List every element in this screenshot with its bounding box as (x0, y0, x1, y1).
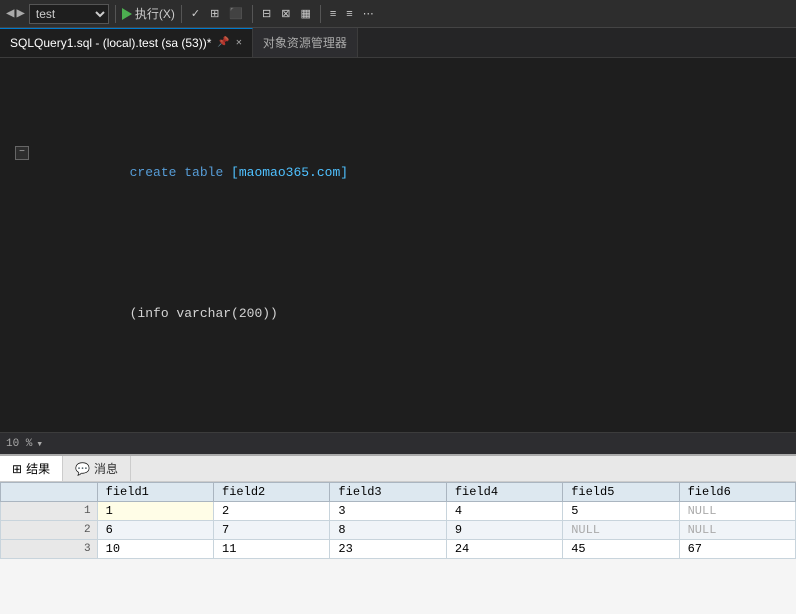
results-tab-label: 结果 (26, 460, 50, 477)
row-num-2: 3 (1, 540, 98, 559)
cell-r0-c2: 3 (330, 502, 446, 521)
zoom-label: 10 % (6, 438, 32, 450)
pin-icon[interactable]: 📌 (217, 37, 229, 49)
cell-r2-c0: 10 (97, 540, 213, 559)
sql-tab-close[interactable]: ✕ (236, 37, 242, 49)
object-explorer-tab[interactable]: 对象资源管理器 (253, 28, 358, 57)
sep2 (181, 5, 182, 23)
th-field1: field1 (97, 483, 213, 502)
forward-icon[interactable]: ▶ (16, 5, 24, 22)
line-body-1: create table [maomao365.com] (36, 143, 788, 203)
cell-r2-c1: 11 (214, 540, 330, 559)
toolbar-left-icons: ◀ ▶ (6, 5, 25, 22)
line-gutter-3 (8, 425, 36, 426)
cell-r1-c2: 8 (330, 521, 446, 540)
th-field5: field5 (563, 483, 679, 502)
run-button[interactable]: 执行(X) (122, 5, 175, 22)
table-row: 26789NULLNULL (1, 521, 796, 540)
results-table: field1 field2 field3 field4 field5 field… (0, 482, 796, 559)
check-button[interactable]: ✓ (188, 6, 203, 21)
cell-r0-c0: 1 (97, 502, 213, 521)
code-span-2: (info varchar(200)) (130, 306, 278, 321)
code-area: − create table [maomao365.com] (info var… (0, 62, 796, 432)
collapse-icon-1[interactable]: − (15, 146, 29, 160)
more-button[interactable]: ⋯ (360, 6, 377, 21)
sep4 (320, 5, 321, 23)
line-body-2: (info varchar(200)) (36, 284, 788, 344)
align-right-button[interactable]: ≡ (343, 7, 355, 21)
cell-r1-c3: 9 (446, 521, 562, 540)
tab-bar: SQLQuery1.sql - (local).test (sa (53))* … (0, 28, 796, 58)
table-icon-button[interactable]: ⊟ (259, 6, 274, 21)
stop-button[interactable]: ⬛ (226, 6, 246, 21)
table-name-1: [maomao365.com] (231, 165, 348, 180)
sql-tab-label: SQLQuery1.sql - (local).test (sa (53))* (10, 36, 211, 50)
message-icon: 💬 (75, 462, 90, 476)
row-num-0: 1 (1, 502, 98, 521)
row-num-1: 2 (1, 521, 98, 540)
zoom-dropdown-icon[interactable]: ▾ (36, 437, 43, 451)
cell-r2-c4: 45 (563, 540, 679, 559)
query-button[interactable]: ⊠ (278, 6, 293, 21)
back-icon[interactable]: ◀ (6, 5, 14, 22)
cell-r0-c3: 4 (446, 502, 562, 521)
sep1 (115, 5, 116, 23)
results-grid[interactable]: field1 field2 field3 field4 field5 field… (0, 482, 796, 614)
zoom-bar: 10 % ▾ (0, 432, 796, 454)
th-rownum (1, 483, 98, 502)
cell-r1-c1: 7 (214, 521, 330, 540)
cell-r2-c5: 67 (679, 540, 795, 559)
th-field6: field6 (679, 483, 795, 502)
cell-r0-c4: 5 (563, 502, 679, 521)
cell-r0-c1: 2 (214, 502, 330, 521)
editor-content[interactable]: − create table [maomao365.com] (info var… (0, 58, 796, 432)
results-tab-grid[interactable]: ⊞ 结果 (0, 456, 63, 481)
table-header-row: field1 field2 field3 field4 field5 field… (1, 483, 796, 502)
sep3 (252, 5, 253, 23)
editor-pane: − create table [maomao365.com] (info var… (0, 58, 796, 614)
cell-r2-c2: 23 (330, 540, 446, 559)
code-line-1: − create table [maomao365.com] (8, 143, 788, 203)
obj-tab-label: 对象资源管理器 (263, 34, 347, 51)
run-label: 执行(X) (135, 5, 175, 22)
db-selector[interactable]: testtest (29, 4, 109, 24)
cell-r0-c5: NULL (679, 502, 795, 521)
grid-icon: ⊞ (12, 462, 22, 476)
results-tabs: ⊞ 结果 💬 消息 (0, 456, 796, 482)
sql-query-tab[interactable]: SQLQuery1.sql - (local).test (sa (53))* … (0, 28, 253, 57)
kw-create: create table (130, 165, 231, 180)
cell-r1-c5: NULL (679, 521, 795, 540)
toolbar: ◀ ▶ testtest 执行(X) ✓ ⊞ ⬛ ⊟ ⊠ ▦ ≡ ≡ ⋯ (0, 0, 796, 28)
cell-r1-c0: 6 (97, 521, 213, 540)
cell-r2-c3: 24 (446, 540, 562, 559)
results-pane: ⊞ 结果 💬 消息 field1 field2 field3 (0, 454, 796, 614)
th-field2: field2 (214, 483, 330, 502)
run-icon (122, 8, 132, 20)
results-tbody: 112345NULL26789NULLNULL3101123244567 (1, 502, 796, 559)
table-row: 112345NULL (1, 502, 796, 521)
line-body-3: go (36, 425, 788, 432)
grid-button[interactable]: ⊞ (207, 6, 222, 21)
align-left-button[interactable]: ≡ (327, 7, 339, 21)
code-line-3: go (8, 425, 788, 432)
messages-tab-label: 消息 (94, 460, 118, 477)
line-gutter-2 (8, 284, 36, 285)
th-field4: field4 (446, 483, 562, 502)
code-line-2: (info varchar(200)) (8, 284, 788, 344)
results-tab-messages[interactable]: 💬 消息 (63, 456, 131, 481)
stats-button[interactable]: ▦ (297, 6, 313, 21)
main-layout: − create table [maomao365.com] (info var… (0, 58, 796, 614)
line-gutter-1: − (8, 143, 36, 160)
th-field3: field3 (330, 483, 446, 502)
table-row: 3101123244567 (1, 540, 796, 559)
cell-r1-c4: NULL (563, 521, 679, 540)
